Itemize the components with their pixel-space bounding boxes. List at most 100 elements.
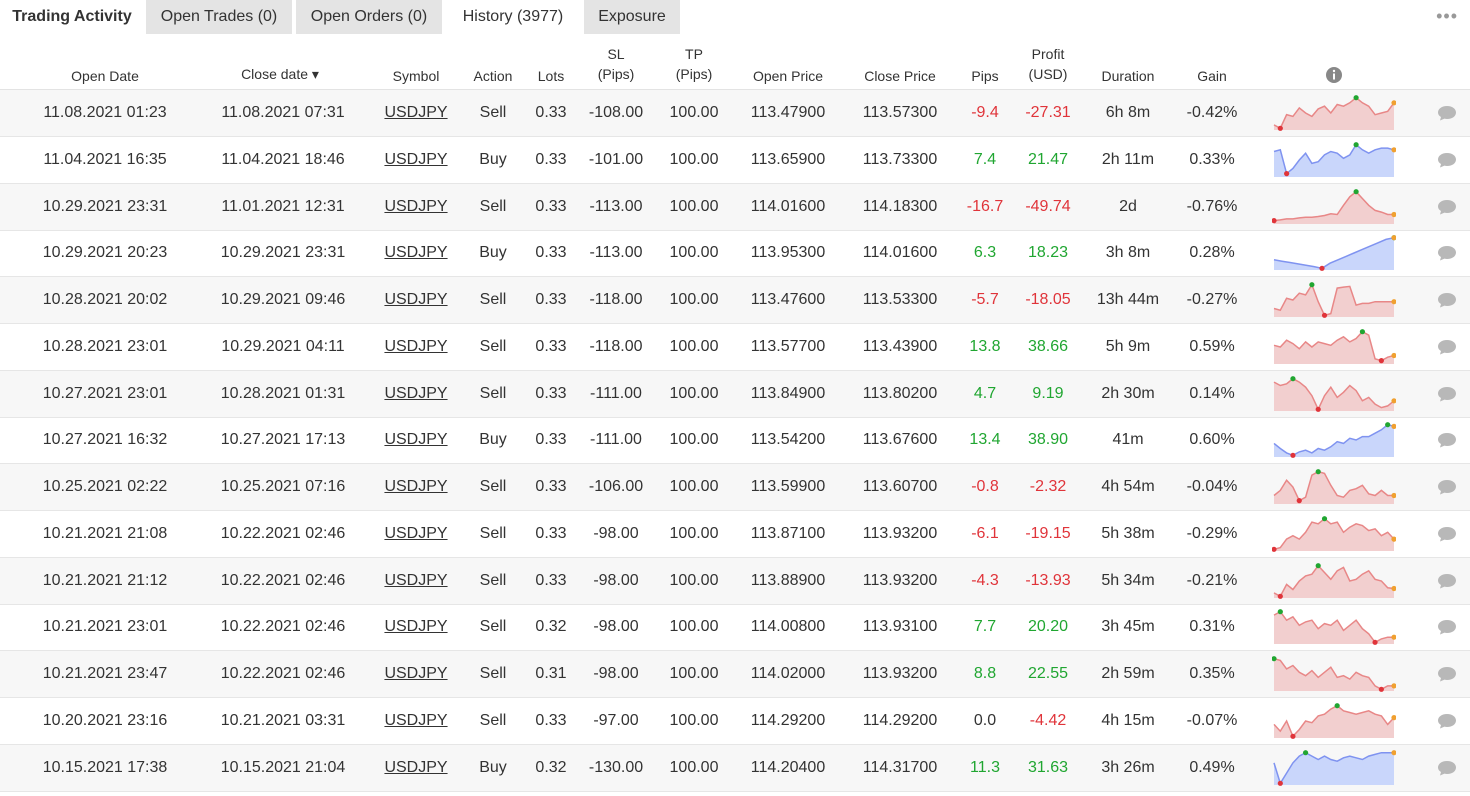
cell-wrap-lots: 0.33: [527, 184, 575, 230]
cell-duration: 6h 8m: [1105, 104, 1151, 121]
cell-wrap-gain: 0.59%: [1176, 324, 1248, 370]
cell-pips: 8.8: [973, 665, 997, 682]
cell-symbol-link[interactable]: USDJPY: [384, 291, 447, 309]
cell-gain: 0.35%: [1189, 665, 1235, 682]
cell-wrap-pips: -6.1: [955, 511, 1015, 557]
cell-wrap-sl-pips: -111.00: [580, 371, 652, 417]
table-header: Open Date Close date ▾ Symbol Action Lot…: [0, 34, 1470, 90]
header-action[interactable]: Action: [463, 66, 523, 86]
table-row: 10.21.2021 21:12 10.22.2021 02:46 USDJPY Se…: [0, 557, 1470, 605]
cell-wrap-gain: 0.60%: [1176, 417, 1248, 463]
sparkline-area: [1274, 471, 1394, 504]
header-profit[interactable]: Profit (USD): [1018, 44, 1078, 84]
cell-symbol-link[interactable]: USDJPY: [384, 759, 447, 777]
header-duration[interactable]: Duration: [1090, 66, 1166, 86]
cell-profit: 21.47: [1027, 150, 1069, 168]
cell-symbol-link[interactable]: USDJPY: [384, 525, 447, 543]
cell-action: Sell: [479, 291, 507, 308]
cell-close-price: 114.29200: [862, 711, 938, 729]
header-tp[interactable]: TP (Pips): [664, 44, 724, 84]
comment-icon[interactable]: [1437, 572, 1457, 590]
tab-exposure[interactable]: Exposure: [584, 0, 680, 34]
cell-open-price: 113.65900: [750, 150, 826, 168]
comment-icon[interactable]: [1437, 525, 1457, 543]
comment-icon[interactable]: [1437, 198, 1457, 216]
comment-icon[interactable]: [1437, 338, 1457, 356]
cell-symbol-link[interactable]: USDJPY: [384, 338, 447, 356]
cell-wrap-lots: 0.33: [527, 230, 575, 276]
cell-wrap-tp-pips: 100.00: [658, 604, 730, 650]
cell-symbol-link[interactable]: USDJPY: [384, 478, 447, 496]
header-symbol[interactable]: Symbol: [376, 66, 456, 86]
header-lots[interactable]: Lots: [527, 66, 575, 86]
cell-wrap-duration: 5h 34m: [1088, 558, 1168, 604]
cell-wrap-open-date: 10.28.2021 23:01: [20, 324, 190, 370]
cell-symbol-link[interactable]: USDJPY: [384, 104, 447, 122]
cell-close-price: 113.93100: [862, 618, 938, 636]
cell-symbol-link[interactable]: USDJPY: [384, 385, 447, 403]
cell-wrap-close-price: 113.43900: [852, 324, 948, 370]
header-sl-line2: (Pips): [597, 66, 635, 82]
cell-close-price: 114.01600: [862, 244, 938, 262]
cell-action: Sell: [479, 665, 507, 682]
cell-symbol-link[interactable]: USDJPY: [384, 618, 447, 636]
cell-close-price: 113.53300: [862, 291, 938, 308]
cell-wrap-open-date: 10.21.2021 21:12: [20, 558, 190, 604]
header-open-date[interactable]: Open Date: [40, 66, 170, 86]
cell-pips: -16.7: [966, 197, 1004, 215]
cell-duration: 2h 59m: [1101, 665, 1155, 682]
comment-icon[interactable]: [1437, 244, 1457, 262]
cell-wrap-symbol-link: USDJPY: [376, 90, 456, 136]
cell-symbol-link[interactable]: USDJPY: [384, 712, 447, 730]
cell-wrap-open-price: 114.02000: [740, 651, 836, 697]
comment-icon[interactable]: [1437, 151, 1457, 169]
cell-symbol-link[interactable]: USDJPY: [384, 431, 447, 449]
cell-symbol-link[interactable]: USDJPY: [384, 151, 447, 169]
tab-open-trades[interactable]: Open Trades (0): [146, 0, 292, 34]
cell-close-date: 10.22.2021 02:46: [220, 665, 346, 682]
comment-icon[interactable]: [1437, 618, 1457, 636]
cell-open-date: 10.29.2021 23:31: [42, 197, 168, 215]
comment-icon[interactable]: [1437, 291, 1457, 309]
cell-wrap-pips: -9.4: [955, 90, 1015, 136]
cell-profit: -4.42: [1029, 711, 1067, 729]
table-row: 10.27.2021 16:32 10.27.2021 17:13 USDJPY Bu…: [0, 417, 1470, 465]
tab-open-orders[interactable]: Open Orders (0): [296, 0, 442, 34]
sparkline-high-dot: [1359, 328, 1366, 335]
comment-icon[interactable]: [1437, 385, 1457, 403]
cell-wrap-pips: 8.8: [955, 651, 1015, 697]
cell-action: Sell: [479, 524, 507, 542]
cell-symbol-link[interactable]: USDJPY: [384, 572, 447, 590]
cell-pips: -4.3: [971, 571, 999, 589]
header-open-price[interactable]: Open Price: [743, 66, 833, 86]
more-options-icon[interactable]: •••: [1436, 6, 1458, 27]
comment-icon[interactable]: [1437, 712, 1457, 730]
cell-symbol-link[interactable]: USDJPY: [384, 665, 447, 683]
header-close-price[interactable]: Close Price: [855, 66, 945, 86]
table-row: 11.08.2021 01:23 11.08.2021 07:31 USDJPY Se…: [0, 90, 1470, 137]
cell-close-price: 114.31700: [862, 758, 938, 776]
comment-icon[interactable]: [1437, 665, 1457, 683]
cell-symbol-link[interactable]: USDJPY: [384, 244, 447, 262]
cell-wrap-tp-pips: 100.00: [658, 745, 730, 791]
comment-icon[interactable]: [1437, 104, 1457, 122]
cell-wrap-close-date: 10.28.2021 01:31: [200, 371, 366, 417]
header-pips[interactable]: Pips: [960, 66, 1010, 86]
cell-wrap-duration: 41m: [1088, 417, 1168, 463]
header-sl[interactable]: SL (Pips): [586, 44, 646, 84]
cell-open-date: 11.08.2021 01:23: [43, 104, 167, 121]
header-gain[interactable]: Gain: [1180, 66, 1244, 86]
cell-sl-pips: -113.00: [589, 244, 643, 262]
cell-wrap-pips: 4.7: [955, 371, 1015, 417]
comment-icon[interactable]: [1437, 478, 1457, 496]
cell-wrap-sl-pips: -111.00: [580, 417, 652, 463]
tab-history[interactable]: History (3977): [446, 0, 580, 34]
cell-wrap-tp-pips: 100.00: [658, 417, 730, 463]
info-icon[interactable]: [1325, 66, 1343, 84]
comment-icon[interactable]: [1437, 759, 1457, 777]
header-close-date[interactable]: Close date ▾: [215, 64, 345, 84]
cell-symbol-link[interactable]: USDJPY: [384, 198, 447, 216]
sparkline-high-dot: [1277, 609, 1283, 615]
sparkline-low-dot: [1378, 686, 1384, 692]
comment-icon[interactable]: [1437, 431, 1457, 449]
